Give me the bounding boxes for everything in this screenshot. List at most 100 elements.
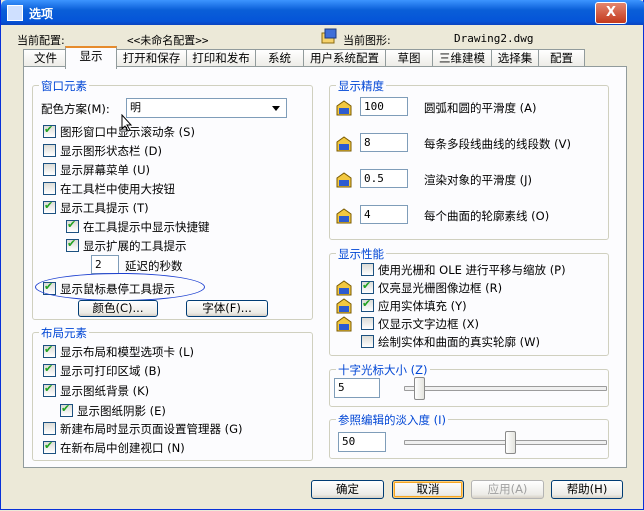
shortcut-keys-checkbox[interactable] — [66, 218, 79, 233]
tooltips-checkbox[interactable] — [43, 199, 56, 214]
crosshair-size-input[interactable]: 5 — [334, 378, 380, 398]
text-frame-checkbox[interactable] — [361, 317, 374, 330]
layout-tabs-label: 显示布局和模型选项卡 (L) — [60, 345, 195, 359]
paper-shadow-checkbox[interactable] — [60, 402, 73, 417]
current-profile-value: <<未命名配置>> — [127, 34, 209, 47]
raster-ole-label: 使用光栅和 OLE 进行平移与缩放 (P) — [378, 263, 566, 277]
contour-lines-icon — [336, 208, 352, 224]
display-resolution-group: 显示精度 100 圆弧和圆的平滑度 (A) 8 每条多段线曲线的线段数 (V) … — [329, 78, 609, 240]
solid-fill-checkbox[interactable] — [361, 297, 374, 312]
tab-user-preferences[interactable]: 用户系统配置 — [303, 49, 386, 67]
create-viewport-label: 在新布局中创建视口 (N) — [60, 441, 185, 455]
current-profile-label: 当前配置: — [17, 34, 65, 47]
page-setup-manager-checkbox[interactable] — [43, 422, 56, 435]
highlight-ellipse — [35, 273, 205, 301]
paper-background-checkbox[interactable] — [43, 382, 56, 397]
delay-seconds-input[interactable]: 2 — [91, 255, 119, 274]
xref-fade-input[interactable]: 50 — [338, 432, 386, 452]
display-resolution-title: 显示精度 — [336, 78, 386, 94]
arc-smoothness-label: 圆弧和圆的平滑度 (A) — [424, 101, 537, 115]
tab-drafting[interactable]: 草图 — [385, 49, 433, 67]
tab-profiles[interactable]: 配置 — [538, 49, 585, 67]
contour-lines-input[interactable]: 4 — [360, 205, 408, 224]
display-tab-panel: 窗口元素 配色方案(M): 明 图形窗口中显示滚动条 (S) 显示图形状态栏 (… — [23, 66, 627, 468]
delay-seconds-label: 延迟的秒数 — [125, 259, 183, 273]
crosshair-size-track — [404, 386, 607, 391]
arc-smoothness-input[interactable]: 100 — [360, 97, 408, 116]
polyline-segments-input[interactable]: 8 — [360, 133, 408, 152]
paper-shadow-label: 显示图纸阴影 (E) — [77, 404, 166, 418]
text-frame-label: 仅显示文字边框 (X) — [378, 317, 480, 331]
color-scheme-label: 配色方案(M): — [41, 102, 110, 116]
xref-fade-group: 参照编辑的淡入度 (I) 50 — [329, 412, 609, 459]
extended-tooltips-label: 显示扩展的工具提示 — [83, 239, 187, 253]
tab-open-save[interactable]: 打开和保存 — [116, 49, 187, 67]
title-bar[interactable]: 选项 X — [1, 0, 644, 25]
create-viewport-checkbox[interactable] — [43, 439, 56, 454]
extended-tooltips-checkbox[interactable] — [66, 237, 79, 252]
raster-frame-icon — [336, 280, 352, 296]
xref-fade-title: 参照编辑的淡入度 (I) — [336, 412, 449, 428]
screen-menu-checkbox[interactable] — [43, 163, 56, 176]
printable-area-label: 显示可打印区域 (B) — [60, 364, 162, 378]
help-button[interactable]: 帮助(H) — [551, 480, 623, 499]
scrollbars-checkbox[interactable] — [43, 123, 56, 138]
tab-files[interactable]: 文件 — [23, 49, 68, 67]
tab-plot-publish[interactable]: 打印和发布 — [186, 49, 256, 67]
rendered-smoothness-icon — [336, 172, 352, 188]
true-silhouettes-label: 绘制实体和曲面的真实轮廓 (W) — [378, 335, 540, 349]
current-drawing-label: 当前图形: — [343, 34, 391, 47]
large-buttons-checkbox[interactable] — [43, 182, 56, 195]
arc-smoothness-icon — [336, 100, 352, 116]
window-elements-title: 窗口元素 — [39, 78, 89, 94]
tab-system[interactable]: 系统 — [255, 49, 304, 67]
raster-frame-label: 仅亮显光栅图像边框 (R) — [378, 281, 503, 295]
window-elements-group: 窗口元素 配色方案(M): 明 图形窗口中显示滚动条 (S) 显示图形状态栏 (… — [32, 78, 313, 320]
chevron-down-icon — [272, 106, 280, 111]
xref-fade-slider[interactable] — [504, 431, 516, 454]
layout-tabs-checkbox[interactable] — [43, 343, 56, 358]
solid-fill-label: 应用实体填充 (Y) — [378, 299, 467, 313]
close-button[interactable]: X — [595, 2, 627, 24]
page-setup-manager-label: 新建布局时显示页面设置管理器 (G) — [60, 422, 243, 436]
drawing-icon — [321, 28, 337, 44]
screen-menu-label: 显示屏幕菜单 (U) — [60, 163, 151, 177]
rendered-smoothness-label: 渲染对象的平滑度 (J) — [424, 173, 533, 187]
status-bar-label: 显示图形状态栏 (D) — [60, 144, 162, 158]
app-icon — [7, 5, 23, 21]
contour-lines-label: 每个曲面的轮廓素线 (O) — [424, 209, 550, 223]
raster-frame-checkbox[interactable] — [361, 279, 374, 294]
raster-ole-checkbox[interactable] — [361, 263, 374, 276]
apply-button[interactable]: 应用(A) — [471, 480, 544, 499]
crosshair-size-slider[interactable] — [414, 377, 426, 400]
large-buttons-label: 在工具栏中使用大按钮 — [60, 182, 175, 196]
layout-elements-title: 布局元素 — [39, 325, 89, 341]
tab-display[interactable]: 显示 — [65, 46, 117, 69]
solid-fill-icon — [336, 298, 352, 314]
ok-button[interactable]: 确定 — [311, 480, 384, 499]
polyline-segments-label: 每条多段线曲线的线段数 (V) — [424, 137, 571, 151]
fonts-button[interactable]: 字体(F)... — [186, 300, 268, 317]
rendered-smoothness-input[interactable]: 0.5 — [360, 169, 408, 188]
polyline-segments-icon — [336, 136, 352, 152]
true-silhouettes-checkbox[interactable] — [361, 335, 374, 348]
display-performance-group: 显示性能 使用光栅和 OLE 进行平移与缩放 (P) 仅亮显光栅图像边框 (R)… — [329, 246, 609, 356]
options-dialog: 选项 X 当前配置: <<未命名配置>> 当前图形: Drawing2.dwg … — [0, 0, 644, 510]
colors-button[interactable]: 颜色(C)... — [78, 300, 158, 317]
printable-area-checkbox[interactable] — [43, 362, 56, 377]
text-frame-icon — [336, 316, 352, 332]
color-scheme-select[interactable]: 明 — [126, 98, 287, 118]
cancel-button[interactable]: 取消 — [392, 480, 464, 499]
current-drawing-value: Drawing2.dwg — [454, 32, 534, 45]
tab-3d-modeling[interactable]: 三维建模 — [432, 49, 492, 67]
display-performance-title: 显示性能 — [336, 246, 386, 262]
tooltips-label: 显示工具提示 (T) — [60, 201, 149, 215]
paper-background-label: 显示图纸背景 (K) — [60, 384, 150, 398]
crosshair-size-group: 十字光标大小 (Z) 5 — [329, 362, 609, 407]
scrollbars-label: 图形窗口中显示滚动条 (S) — [60, 125, 195, 139]
status-bar-checkbox[interactable] — [43, 144, 56, 157]
shortcut-keys-label: 在工具提示中显示快捷键 — [83, 220, 210, 234]
window-title: 选项 — [29, 7, 54, 21]
crosshair-size-title: 十字光标大小 (Z) — [336, 362, 430, 378]
tab-selection[interactable]: 选择集 — [491, 49, 539, 67]
